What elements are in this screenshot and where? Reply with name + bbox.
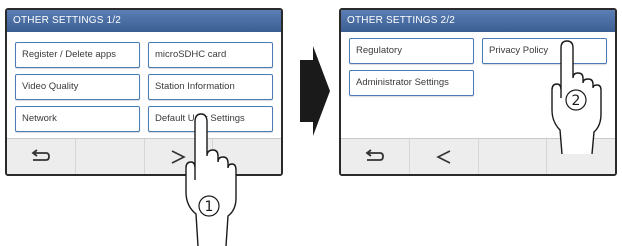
- hand-pointer-icon: 2: [551, 40, 602, 154]
- previous-page-button[interactable]: [410, 139, 479, 174]
- settings-screen-page-1: OTHER SETTINGS 1/2 Register / Delete app…: [5, 8, 283, 176]
- network-button[interactable]: Network: [15, 106, 140, 132]
- back-icon: [31, 148, 50, 161]
- step-number: 1: [205, 199, 214, 215]
- nav-empty-slot: [479, 139, 548, 174]
- administrator-settings-button[interactable]: Administrator Settings: [349, 70, 474, 96]
- screen-title: OTHER SETTINGS 2/2: [341, 10, 615, 32]
- nav-empty-slot: [76, 139, 145, 174]
- step-number: 2: [572, 93, 581, 109]
- screen-title: OTHER SETTINGS 1/2: [7, 10, 281, 32]
- register-delete-apps-button[interactable]: Register / Delete apps: [15, 42, 140, 68]
- hand-pointer-icon: 1: [185, 113, 237, 246]
- back-button[interactable]: [341, 139, 410, 174]
- microsdhc-card-button[interactable]: microSDHC card: [148, 42, 273, 68]
- station-information-button[interactable]: Station Information: [148, 74, 273, 100]
- back-button[interactable]: [7, 139, 76, 174]
- previous-icon: [435, 149, 450, 164]
- back-icon: [365, 148, 384, 161]
- video-quality-button[interactable]: Video Quality: [15, 74, 140, 100]
- regulatory-button[interactable]: Regulatory: [349, 38, 474, 64]
- transition-arrow-icon: [300, 46, 330, 136]
